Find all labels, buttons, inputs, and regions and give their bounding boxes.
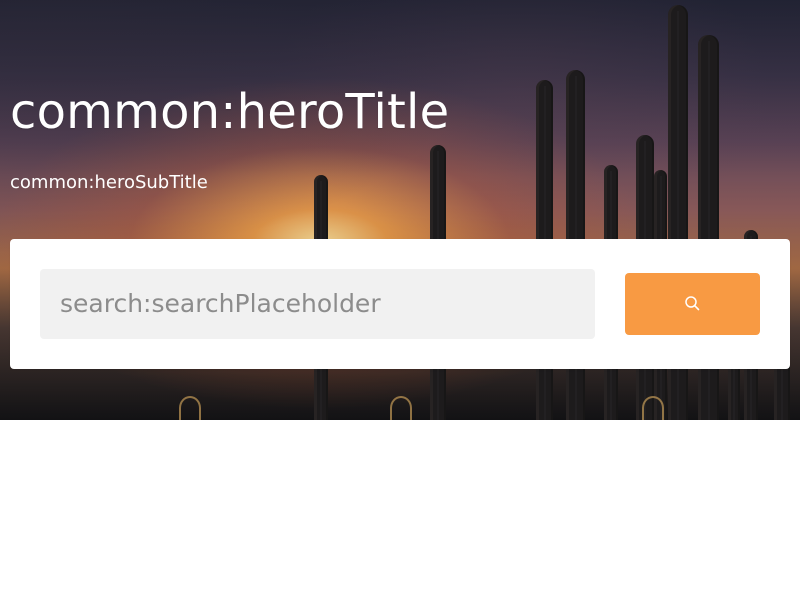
sun-rim-glow	[642, 396, 664, 420]
search-button[interactable]	[625, 273, 760, 335]
hero-subtitle: common:heroSubTitle	[10, 172, 208, 193]
search-icon	[685, 296, 700, 311]
page: common:heroTitle common:heroSubTitle	[0, 0, 800, 600]
hero-banner: common:heroTitle common:heroSubTitle	[0, 0, 800, 420]
search-input[interactable]	[40, 269, 595, 339]
sun-rim-glow	[179, 396, 201, 420]
search-card	[10, 239, 790, 369]
hero-title: common:heroTitle	[10, 84, 450, 140]
sun-rim-glow	[390, 396, 412, 420]
